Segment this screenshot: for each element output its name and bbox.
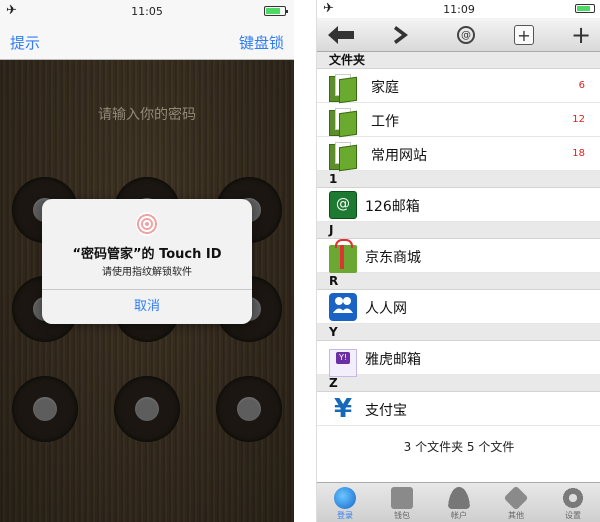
row-count: 18 — [572, 148, 585, 159]
tab-label: 钱包 — [394, 511, 410, 520]
mail-126-icon: @ — [329, 191, 357, 219]
alert-title: “密码管家”的 Touch ID — [72, 247, 222, 262]
section-header-z: Z — [317, 375, 600, 392]
alipay-icon: ¥ — [333, 394, 353, 424]
status-time: 11:05 — [131, 4, 163, 18]
screen-gap — [294, 0, 316, 522]
section-header-r: R — [317, 273, 600, 290]
section-header-1: 1 — [317, 171, 600, 188]
plus-icon[interactable]: + — [569, 21, 593, 49]
list-summary: 3 个文件夹 5 个文件 — [403, 440, 515, 454]
tab-label: 帐户 — [451, 511, 467, 520]
fingerprint-icon — [136, 212, 158, 236]
tab-login[interactable]: 登录 — [317, 485, 373, 522]
entry-list: 文件夹 家庭 6 工作 12 常用网站 18 1 @ 126邮箱 J 京东商城 — [317, 52, 600, 426]
folder-row-websites[interactable]: 常用网站 18 — [317, 137, 600, 172]
entry-row-renren[interactable]: 人人网 — [317, 290, 600, 324]
row-count: 6 — [578, 80, 585, 91]
tab-account[interactable]: 帐户 — [431, 485, 487, 522]
entry-row-alipay[interactable]: ¥ 支付宝 — [317, 392, 600, 426]
renren-people-shape — [333, 297, 353, 313]
forward-chevron-shape — [394, 26, 408, 44]
yahoo-mail-icon: Y! — [329, 349, 357, 377]
box-icon — [503, 485, 529, 511]
row-label: 京东商城 — [365, 250, 421, 266]
row-label: 126邮箱 — [365, 199, 420, 215]
entry-row-yahoo[interactable]: Y! 雅虎邮箱 — [317, 341, 600, 377]
section-header-folders: 文件夹 — [317, 52, 600, 69]
at-search-icon[interactable]: @ — [455, 23, 477, 47]
folder-row-family[interactable]: 家庭 6 — [317, 69, 600, 104]
entry-row-126mail[interactable]: @ 126邮箱 — [317, 188, 600, 222]
arrow-left-icon[interactable] — [327, 23, 355, 47]
row-label: 家庭 — [371, 80, 399, 96]
row-label: 常用网站 — [371, 148, 427, 164]
tab-other[interactable]: 其他 — [488, 485, 544, 522]
tab-label: 设置 — [565, 511, 581, 520]
folder-icon — [329, 72, 357, 104]
airplane-icon: ✈ — [323, 1, 334, 16]
entry-row-jd[interactable]: 京东商城 — [317, 239, 600, 273]
tab-wallet[interactable]: 钱包 — [374, 485, 430, 522]
toolbar: @ + + — [317, 18, 600, 52]
battery-icon — [575, 4, 595, 13]
tab-bar: 登录 钱包 帐户 其他 设置 — [317, 482, 600, 522]
tab-label: 其他 — [508, 511, 524, 520]
row-label: 工作 — [371, 114, 399, 130]
lock-screen: ✈ 11:05 提示 键盘锁 请输入你的密码 “密码管家”的 Touch ID … — [0, 0, 294, 522]
airplane-icon: ✈ — [6, 3, 17, 18]
status-time: 11:09 — [443, 2, 475, 16]
alert-subtitle: 请使用指纹解锁软件 — [102, 267, 192, 278]
back-arrow-shape — [328, 26, 354, 44]
folder-icon — [329, 140, 357, 172]
password-list-screen: ✈ 11:09 @ + + 文件夹 家庭 6 工作 12 常用网站 18 1 @… — [316, 0, 600, 522]
row-count: 12 — [572, 114, 585, 125]
row-label: 人人网 — [365, 301, 407, 317]
tab-label: 登录 — [337, 511, 353, 520]
renren-icon — [329, 293, 357, 321]
keyboard-lock-button[interactable]: 键盘锁 — [239, 32, 284, 53]
status-bar: ✈ 11:05 — [0, 0, 294, 22]
hint-button[interactable]: 提示 — [10, 32, 40, 53]
plus-box-icon[interactable]: + — [513, 23, 535, 47]
user-icon — [448, 487, 470, 509]
row-label: 支付宝 — [365, 403, 407, 419]
battery-icon — [264, 6, 288, 16]
folder-icon — [329, 106, 357, 138]
nav-bar: 提示 键盘锁 — [0, 22, 294, 60]
section-header-y: Y — [317, 324, 600, 341]
chevron-right-icon[interactable] — [389, 23, 413, 47]
tab-settings[interactable]: 设置 — [545, 485, 600, 522]
section-header-j: J — [317, 222, 600, 239]
folder-row-work[interactable]: 工作 12 — [317, 103, 600, 138]
wallet-icon — [391, 487, 413, 509]
gift-icon — [329, 239, 357, 273]
touch-id-alert: “密码管家”的 Touch ID 请使用指纹解锁软件 取消 — [42, 199, 252, 324]
status-bar: ✈ 11:09 — [317, 0, 600, 18]
globe-icon — [334, 487, 356, 509]
gear-icon — [562, 487, 584, 509]
row-label: 雅虎邮箱 — [365, 352, 421, 368]
cancel-button[interactable]: 取消 — [42, 290, 252, 324]
